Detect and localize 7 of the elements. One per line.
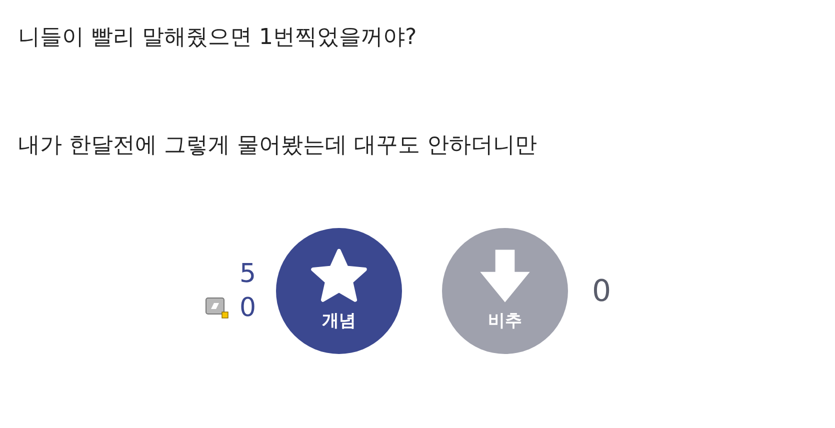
fixed-recommend-count: 0 [239, 292, 256, 325]
fixed-user-icon [205, 297, 230, 319]
downvote-count: 0 [592, 272, 612, 310]
post-text: 니들이 빨리 말해줬으면 1번찍었을꺼야? [18, 24, 418, 52]
recommend-button[interactable]: 개념 [276, 228, 402, 354]
recommend-count: 5 [239, 258, 256, 291]
post-text: 내가 한달전에 그렇게 물어봤는데 대꾸도 안하더니만 [18, 132, 538, 160]
